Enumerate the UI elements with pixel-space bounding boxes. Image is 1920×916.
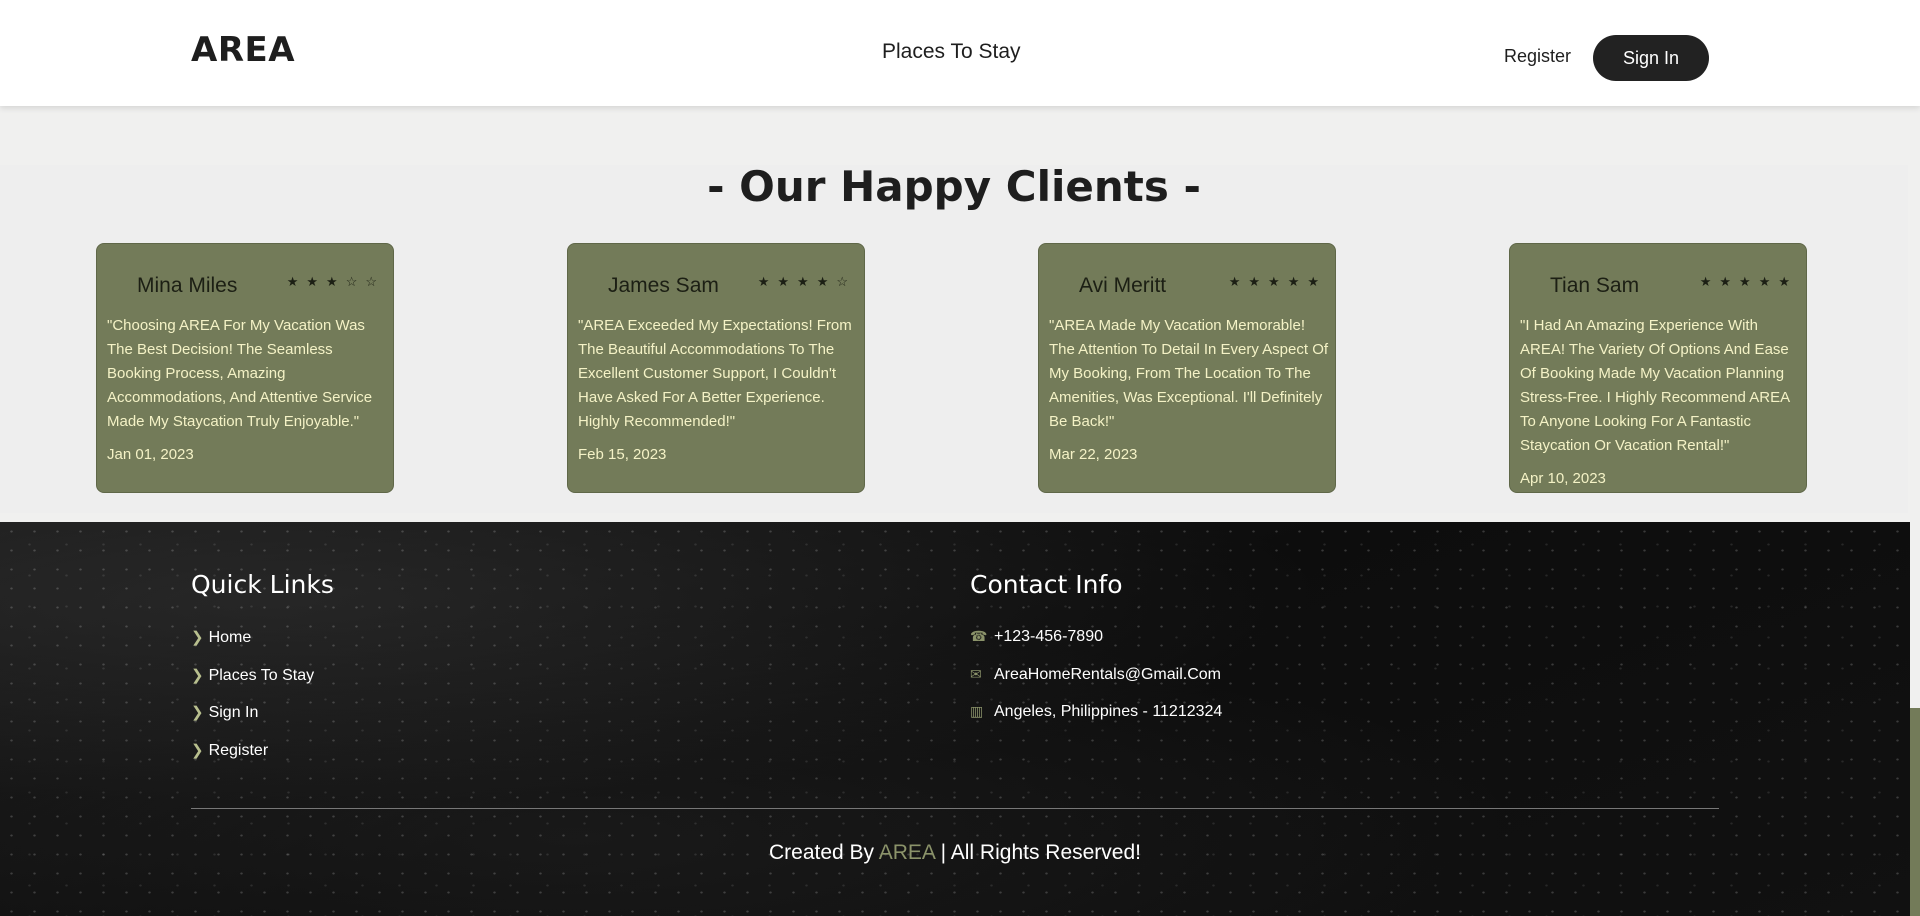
star-filled-icon: ★: [1248, 274, 1269, 289]
sign-in-button[interactable]: Sign In: [1593, 35, 1709, 81]
star-rating: ★★★☆☆: [287, 274, 385, 290]
footer-link-label: Sign In: [208, 704, 259, 721]
footer-link-label: Register: [208, 742, 269, 759]
star-filled-icon: ★: [1268, 274, 1288, 289]
footer-divider: [191, 808, 1719, 809]
testimonial-date: Mar 22, 2023: [1049, 446, 1138, 463]
chevron-right-icon: ❯: [191, 667, 204, 684]
star-filled-icon: ★: [306, 274, 327, 289]
contact-address-text: Angeles, Philippines - 11212324: [994, 703, 1223, 720]
section-title: - Our Happy Clients -: [707, 162, 1201, 211]
copyright-suffix: | All Rights Reserved!: [940, 841, 1141, 864]
register-link[interactable]: Register: [1504, 46, 1571, 67]
map-icon: ▥: [970, 703, 984, 719]
testimonial-card: Avi Meritt ★★★★★ "AREA Made My Vacation …: [1038, 243, 1336, 493]
copyright-prefix: Created By: [769, 841, 875, 864]
star-filled-icon: ★: [1699, 274, 1720, 289]
star-outline-icon: ☆: [836, 274, 856, 289]
testimonial-card: James Sam ★★★★☆ "AREA Exceeded My Expect…: [567, 243, 865, 493]
contact-email-text: AreaHomeRentals@Gmail.Com: [994, 666, 1221, 683]
star-rating: ★★★★★: [1700, 274, 1798, 290]
client-name: Mina Miles: [137, 274, 238, 297]
copyright-text: Created By AREA | All Rights Reserved!: [0, 841, 1910, 865]
chevron-right-icon: ❯: [191, 742, 204, 759]
star-filled-icon: ★: [797, 274, 817, 289]
site-header: AREA Places To Stay Register Sign In: [0, 0, 1920, 106]
scroll-accent-strip: [1910, 708, 1920, 916]
footer-link-label: Home: [208, 629, 252, 646]
copyright-brand[interactable]: AREA: [879, 841, 935, 864]
phone-icon: ☎: [970, 628, 988, 644]
star-filled-icon: ★: [816, 274, 837, 289]
star-filled-icon: ★: [1778, 274, 1798, 289]
testimonial-card: Mina Miles ★★★☆☆ "Choosing AREA For My V…: [96, 243, 394, 493]
chevron-right-icon: ❯: [191, 629, 204, 646]
client-name: Avi Meritt: [1079, 274, 1167, 297]
testimonial-text: "Choosing AREA For My Vacation Was The B…: [107, 317, 373, 430]
testimonial-text: "AREA Exceeded My Expectations! From The…: [578, 317, 852, 430]
testimonial-text: "I Had An Amazing Experience With AREA! …: [1520, 317, 1790, 454]
contact-phone-text: +123-456-7890: [994, 628, 1103, 645]
footer-link-label: Places To Stay: [208, 667, 315, 684]
testimonial-text: "AREA Made My Vacation Memorable! The At…: [1049, 317, 1329, 430]
site-footer: Quick Links ❯ Home ❯ Places To Stay ❯ Sign …: [0, 522, 1910, 916]
star-filled-icon: ★: [1758, 274, 1779, 289]
star-rating: ★★★★★: [1229, 274, 1327, 290]
contact-email[interactable]: ✉ AreaHomeRentals@Gmail.Com: [970, 666, 1221, 684]
contact-info-heading: Contact Info: [970, 570, 1123, 599]
star-filled-icon: ★: [777, 274, 798, 289]
contact-address: ▥ Angeles, Philippines - 11212324: [970, 703, 1222, 721]
star-filled-icon: ★: [326, 274, 346, 289]
quick-links-heading: Quick Links: [191, 570, 334, 599]
star-filled-icon: ★: [1739, 274, 1759, 289]
client-name: James Sam: [608, 274, 719, 297]
client-name: Tian Sam: [1550, 274, 1640, 297]
star-filled-icon: ★: [286, 274, 307, 289]
chevron-right-icon: ❯: [191, 704, 204, 721]
footer-link-sign-in[interactable]: ❯ Sign In: [191, 703, 258, 722]
footer-link-places-to-stay[interactable]: ❯ Places To Stay: [191, 666, 314, 685]
envelope-icon: ✉: [970, 666, 982, 682]
contact-phone: ☎ +123-456-7890: [970, 628, 1103, 646]
testimonial-date: Jan 01, 2023: [107, 446, 194, 463]
testimonial-card: Tian Sam ★★★★★ "I Had An Amazing Experie…: [1509, 243, 1807, 493]
star-outline-icon: ☆: [365, 274, 385, 289]
star-filled-icon: ★: [1287, 274, 1308, 289]
footer-link-home[interactable]: ❯ Home: [191, 628, 251, 647]
star-rating: ★★★★☆: [758, 274, 856, 290]
star-filled-icon: ★: [1307, 274, 1327, 289]
footer-link-register[interactable]: ❯ Register: [191, 741, 268, 760]
testimonial-date: Apr 10, 2023: [1520, 470, 1606, 487]
star-filled-icon: ★: [1228, 274, 1249, 289]
star-outline-icon: ☆: [345, 274, 366, 289]
star-filled-icon: ★: [757, 274, 778, 289]
testimonial-date: Feb 15, 2023: [578, 446, 667, 463]
nav-places-to-stay[interactable]: Places To Stay: [882, 40, 1021, 64]
site-logo[interactable]: AREA: [191, 30, 295, 70]
star-filled-icon: ★: [1719, 274, 1740, 289]
